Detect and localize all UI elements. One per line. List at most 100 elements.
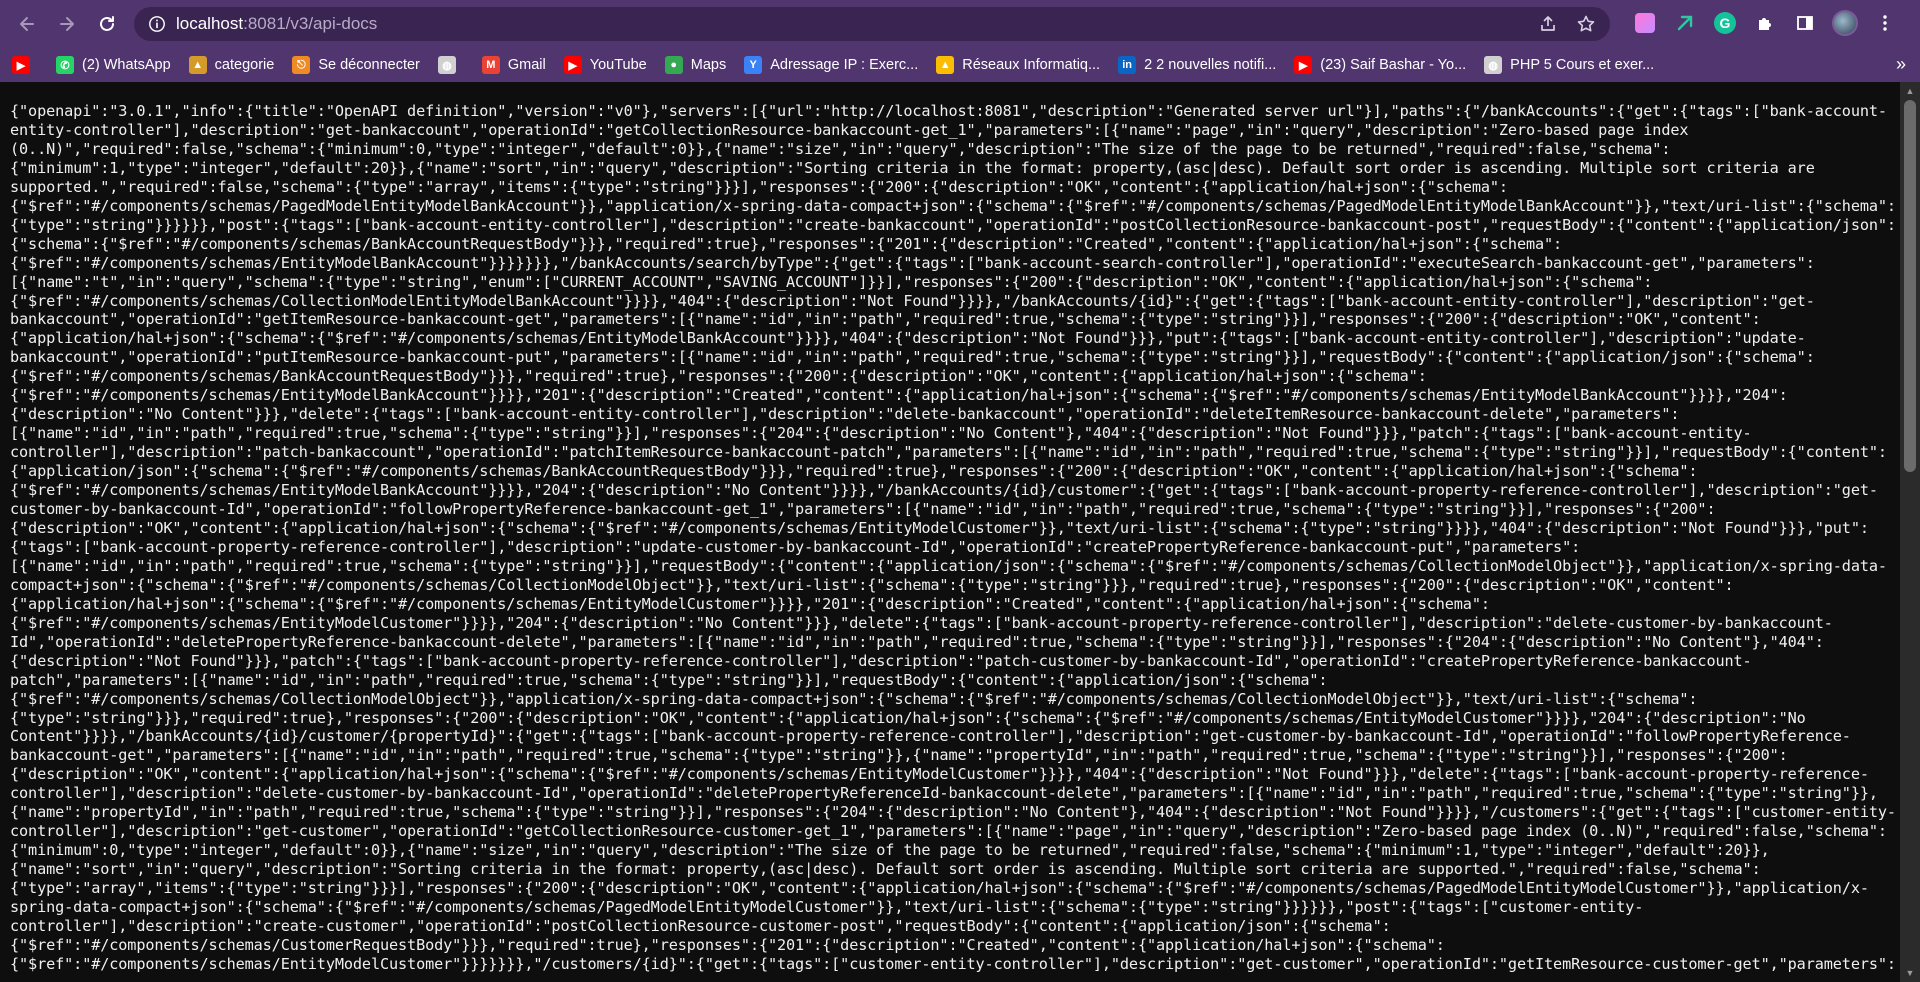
teal-arrow-icon [1677,15,1693,31]
bookmark-label: Se déconnecter [318,57,420,73]
bookmark-item[interactable]: in 2 2 nouvelles notifi... [1118,56,1276,74]
scroll-up-icon[interactable]: ▲ [1900,82,1920,100]
json-line: {"openapi":"3.0.1","info":{"title":"Open… [10,102,1887,120]
json-line: spring-data-compact+json":{"schema":{"$r… [10,898,1644,917]
bookmark-item[interactable]: ▶ [12,56,38,74]
page-viewport: {"openapi":"3.0.1","info":{"title":"Open… [0,82,1920,982]
url-host: localhost [176,14,244,33]
extensions-area: G [1630,8,1900,38]
bookmark-label: categorie [214,57,275,73]
json-line: bankaccount","operationId":"getItemResou… [10,310,1761,329]
bookmarks-bar: ▶ ✆ (2) WhatsApp ▲ categorie ⎋ Se déconnecter ◍… [0,48,1920,82]
youtube-icon: ▶ [1294,56,1313,74]
bookmark-label: (23) Saif Bashar - Yo... [1320,57,1467,73]
json-response-body: {"openapi":"3.0.1","info":{"title":"Open… [10,102,1900,974]
bookmark-item[interactable]: ▲ categorie [188,56,275,74]
extension-gradient-button[interactable] [1630,8,1660,38]
json-line: {"$ref":"#/components/schemas/CustomerRe… [10,935,1445,954]
json-line: [{"name":"id","in":"path","required":tru… [10,424,1752,443]
json-line: {"application/hal+json":{"schema":{"$ref… [10,329,1806,348]
json-line: bankaccount-get","parameters":[{"name":"… [10,746,1788,765]
json-line: {"type":"string"}}},"required":true},"re… [10,708,1806,727]
categorie-icon: ▲ [188,56,207,74]
bookmark-item[interactable]: ▶ YouTube [563,56,647,74]
scroll-down-icon[interactable]: ▼ [1900,964,1920,982]
globe-icon: ◍ [437,56,456,74]
bookmark-item[interactable]: ✆ (2) WhatsApp [56,56,171,74]
json-line: {"$ref":"#/components/schemas/EntityMode… [10,613,1833,632]
url-path: :8081/v3/api-docs [243,14,378,33]
bookmark-item[interactable]: ▶ (23) Saif Bashar - Yo... [1294,56,1466,74]
json-line: {"$ref":"#/components/schemas/Collection… [10,689,1698,708]
json-line: {"name":"sort","in":"query","description… [10,860,1761,879]
browser-toolbar: localhost:8081/v3/api-docs G [0,0,1920,48]
json-line: {"description":"No Content"}}},"delete":… [10,405,1680,424]
json-line: controller"],"description":"delete-custo… [10,784,1878,803]
extension-arrow-button[interactable] [1670,8,1700,38]
bookmark-label: Maps [690,57,727,73]
info-icon [149,16,165,32]
arrow-left-icon [20,17,34,31]
json-line: controller"],"description":"get-customer… [10,822,1887,841]
json-line: {"$ref":"#/components/schemas/EntityMode… [10,481,1878,500]
bookmark-item[interactable]: M Gmail [481,56,546,74]
json-line: compact+json":{"schema":{"$ref":"#/compo… [10,575,1734,594]
vertical-scrollbar[interactable]: ▲ ▼ [1900,82,1920,982]
gradient-square-icon [1635,13,1655,33]
drive-icon: ▲ [936,56,955,74]
grammarly-button[interactable]: G [1710,8,1740,38]
json-line: (0..N)","required":false,"schema":{"mini… [10,139,1671,158]
json-line: {"type":"array","items":{"type":"string"… [10,879,1869,898]
whatsapp-icon: ✆ [56,56,74,74]
bookmark-label: 2 2 nouvelles notifi... [1144,57,1277,73]
bookmarks-overflow-button[interactable]: » [1896,54,1906,75]
json-line: {"schema":{"$ref":"#/components/schemas/… [10,234,1563,253]
json-line: {"description":"Not Found"}}},"patch":{"… [10,651,1752,670]
bookmark-item[interactable]: ▲ Réseaux Informatiq... [936,56,1100,74]
json-line: Content"}}}},"/bankAccounts/{id}/custome… [10,727,1851,746]
json-line: {"description":"OK","content":{"applicat… [10,518,1869,537]
gmail-icon: M [481,56,500,74]
extensions-button[interactable] [1750,8,1780,38]
bookmark-item[interactable]: ⎋ Se déconnecter [292,56,420,74]
json-line: {"description":"OK","content":{"applicat… [10,765,1869,784]
puzzle-icon [1759,18,1771,30]
json-line: entity-controller"],"description":"get-b… [10,120,1689,139]
json-line: controller"],"description":"create-custo… [10,916,1391,935]
scrollbar-thumb[interactable] [1904,100,1916,472]
bookmark-item[interactable]: Y Adressage IP : Exerc... [744,56,918,74]
bookmark-label: PHP 5 Cours et exer... [1510,57,1655,73]
share-button[interactable] [1536,12,1560,36]
forward-button[interactable] [50,7,84,41]
json-line: bankaccount","operationId":"putItemResou… [10,348,1815,367]
bookmark-label: (2) WhatsApp [82,57,171,73]
avatar [1832,10,1858,36]
globe-icon: ◍ [1484,56,1503,74]
bookmark-item[interactable]: ● Maps [664,56,727,74]
bookmark-label: Réseaux Informatiq... [962,57,1101,73]
browser-menu-button[interactable] [1870,8,1900,38]
bookmark-item[interactable]: ◍ PHP 5 Cours et exer... [1484,56,1654,74]
json-line: {"minimum":0,"type":"integer","default":… [10,841,1770,860]
profile-button[interactable] [1830,8,1860,38]
logout-icon: ⎋ [292,56,311,74]
side-panel-button[interactable] [1790,8,1820,38]
bookmark-item[interactable]: ◍ [437,56,464,74]
json-line: [{"name":"t","in":"query","schema":{"typ… [10,272,1653,291]
json-line: {"type":"string"}}}}}},"post":{"tags":["… [10,215,1896,234]
bookmark-star-button[interactable] [1574,12,1598,36]
star-icon [1577,15,1595,32]
youtube-icon: ▶ [563,56,582,74]
reload-icon [100,16,114,31]
side-panel-icon [1797,16,1813,30]
json-line: {"application/json":{"schema":{"$ref":"#… [10,462,1698,481]
json-line: supported.","required":false,"schema":{"… [10,177,1508,196]
json-line: Id","operationId":"deletePropertyReferen… [10,632,1824,651]
json-line: customer-by-bankaccount-Id","operationId… [10,500,1716,519]
reload-button[interactable] [90,7,124,41]
address-bar[interactable]: localhost:8081/v3/api-docs [134,7,1610,41]
json-line: [{"name":"id","in":"path","required":tru… [10,556,1887,575]
ip-icon: Y [744,56,763,74]
back-button[interactable] [10,7,44,41]
json-line: {"$ref":"#/components/schemas/EntityMode… [10,386,1788,405]
